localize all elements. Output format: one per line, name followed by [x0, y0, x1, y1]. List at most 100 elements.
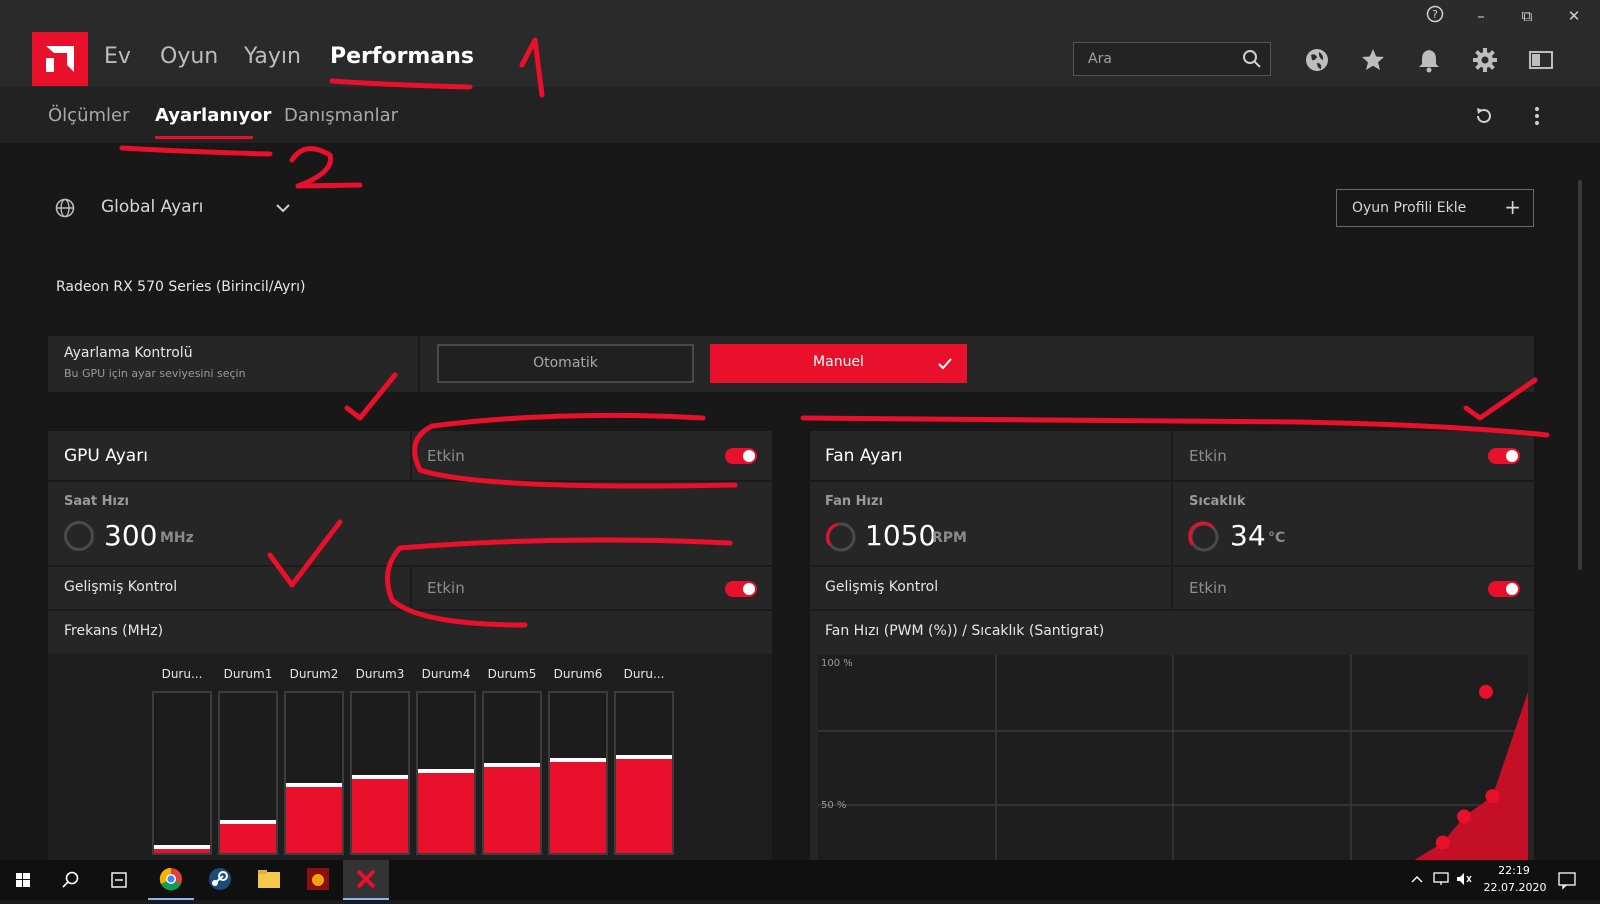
state-label: Durum1: [223, 667, 273, 681]
clock-speed-unit: MHz: [160, 530, 194, 546]
tab-ayarlaniyor[interactable]: Ayarlanıyor: [155, 105, 271, 126]
svg-text:?: ?: [1432, 8, 1438, 21]
fan-curve-point[interactable]: [1479, 684, 1493, 699]
fan-curve-point[interactable]: [1457, 809, 1472, 824]
gpu-advanced-enabled-label: Etkin: [427, 579, 465, 597]
tab-yayin[interactable]: Yayın: [244, 44, 301, 69]
globe-icon[interactable]: [1303, 46, 1331, 74]
fan-speed-label: Fan Hızı: [825, 494, 884, 509]
state-slider[interactable]: [614, 691, 674, 855]
state-level-fill: [286, 783, 342, 853]
gpu-enabled-toggle[interactable]: [725, 448, 757, 464]
tab-danismanlar[interactable]: Danışmanlar: [284, 105, 398, 126]
gpu-advanced-toggle[interactable]: [725, 581, 757, 597]
temperature-label: Sıcaklık: [1189, 494, 1246, 509]
notification-center-icon[interactable]: [1557, 870, 1577, 894]
star-icon[interactable]: [1359, 46, 1387, 74]
minimize-button[interactable]: –: [1470, 5, 1492, 27]
auto-button[interactable]: Otomatik: [437, 344, 694, 383]
fan-advanced-toggle[interactable]: [1488, 581, 1520, 597]
state-slider[interactable]: [284, 691, 344, 855]
help-icon[interactable]: ?: [1424, 5, 1446, 27]
search-icon[interactable]: [48, 860, 94, 900]
fan-curve-title: Fan Hızı (PWM (%)) / Sıcaklık (Santigrat…: [825, 623, 1105, 639]
task-view-icon[interactable]: [96, 860, 142, 900]
more-options-icon[interactable]: [1533, 105, 1541, 131]
fan-curve-point[interactable]: [1485, 789, 1500, 804]
check-icon: [937, 356, 953, 375]
state-level-fill: [352, 775, 408, 853]
close-button[interactable]: ✕: [1563, 5, 1585, 27]
tab-olcumler[interactable]: Ölçümler: [48, 105, 129, 126]
y-tick-100: 100 %: [821, 658, 853, 669]
add-game-profile-button[interactable]: Oyun Profili Ekle +: [1336, 189, 1534, 227]
network-icon[interactable]: [1432, 871, 1450, 891]
temperature-gauge-icon: [1188, 521, 1220, 557]
clock-speed-label: Saat Hızı: [64, 494, 130, 509]
state-level-fill: [154, 845, 210, 853]
bell-icon[interactable]: [1415, 46, 1443, 74]
state-level-fill: [220, 820, 276, 853]
search-input[interactable]: Ara: [1073, 42, 1271, 76]
state-level-fill: [550, 758, 606, 853]
chevron-up-icon[interactable]: [1410, 872, 1424, 891]
gpu-advanced-control-label: Gelişmiş Kontrol: [64, 579, 178, 595]
divider: [410, 567, 412, 610]
state-level-fill: [484, 763, 540, 853]
state-slider[interactable]: [482, 691, 542, 855]
state-slider[interactable]: [548, 691, 608, 855]
manual-button[interactable]: Manuel: [710, 344, 967, 383]
globe-icon: [54, 197, 76, 223]
chevron-down-icon[interactable]: [275, 199, 291, 218]
search-icon[interactable]: [1242, 49, 1262, 73]
fan-speed-unit: RPM: [932, 530, 967, 546]
scrollbar[interactable]: [1578, 180, 1582, 570]
fan-curve-point[interactable]: [1435, 835, 1450, 850]
clock-gauge-icon: [64, 521, 94, 551]
state-label: Durum2: [289, 667, 339, 681]
gpu-name: Radeon RX 570 Series (Birincil/Ayrı): [56, 279, 306, 295]
add-game-profile-label: Oyun Profili Ekle: [1352, 200, 1467, 216]
tab-ev[interactable]: Ev: [104, 44, 131, 69]
restore-button[interactable]: ⧉: [1516, 5, 1538, 27]
tab-oyun[interactable]: Oyun: [160, 44, 218, 69]
file-explorer-icon[interactable]: [246, 860, 292, 900]
windows-start-icon[interactable]: [0, 860, 46, 900]
gpu-enabled-label: Etkin: [427, 447, 465, 465]
tab-performans[interactable]: Performans: [330, 44, 474, 69]
clock-time[interactable]: 22:19: [1488, 864, 1540, 877]
temperature-value: 34: [1230, 519, 1266, 552]
amd-logo[interactable]: [32, 32, 88, 86]
window-titlebar: [0, 0, 1600, 31]
game-app-icon[interactable]: [295, 860, 341, 900]
steam-icon[interactable]: [197, 860, 243, 900]
state-label: Durum4: [421, 667, 471, 681]
fan-enabled-toggle[interactable]: [1488, 448, 1520, 464]
fan-curve-chart[interactable]: 100 % 50 %: [818, 655, 1528, 860]
state-slider[interactable]: [350, 691, 410, 855]
fan-speed-value: 1050: [865, 519, 937, 552]
state-slider[interactable]: [416, 691, 476, 855]
gear-icon[interactable]: [1471, 46, 1499, 74]
temperature-unit: °C: [1268, 530, 1286, 546]
state-label: Duru...: [161, 667, 203, 681]
fan-advanced-enabled-label: Etkin: [1189, 579, 1227, 597]
reset-icon[interactable]: [1473, 105, 1495, 131]
divider: [418, 336, 420, 392]
clock-date[interactable]: 22.07.2020: [1482, 881, 1548, 894]
state-level-fill: [616, 755, 672, 853]
fan-enabled-label: Etkin: [1189, 447, 1227, 465]
state-label: Durum3: [355, 667, 405, 681]
amd-radeon-icon[interactable]: [343, 860, 389, 900]
chrome-icon[interactable]: [148, 860, 194, 900]
y-tick-50: 50 %: [821, 800, 846, 811]
state-slider[interactable]: [152, 691, 212, 855]
state-slider[interactable]: [218, 691, 278, 855]
volume-muted-icon[interactable]: [1455, 871, 1473, 891]
profile-selector[interactable]: Global Ayarı: [101, 197, 203, 217]
fan-panel-title: Fan Ayarı: [825, 446, 903, 466]
tuning-control-title: Ayarlama Kontrolü: [64, 345, 193, 361]
state-label: Durum6: [553, 667, 603, 681]
fan-speed-gauge-icon: [825, 521, 857, 557]
sidebar-toggle-icon[interactable]: [1527, 46, 1555, 74]
